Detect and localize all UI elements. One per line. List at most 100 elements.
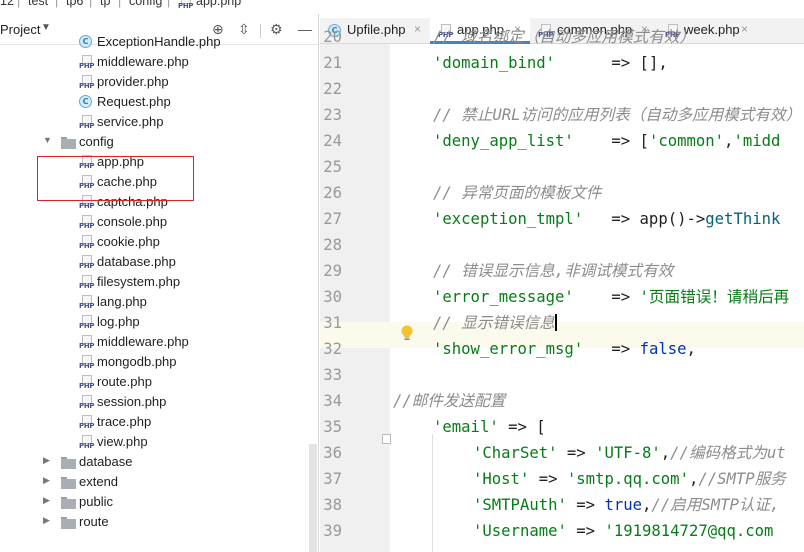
chevron-right-icon[interactable]: ▶ [43, 515, 50, 526]
code-line[interactable]: 25 [320, 154, 804, 180]
folder-icon [61, 137, 76, 149]
code-token: 'show_error_msg' [433, 340, 584, 358]
highlight-annotation-box [37, 156, 194, 201]
code-line[interactable]: 35 'email' => [ [320, 414, 804, 440]
tree-file[interactable]: PHP filesystem.php [0, 272, 318, 292]
code-line[interactable]: 30 'error_message' => '页面错误！请稍后再 [320, 284, 804, 310]
tree-file[interactable]: PHP session.php [0, 392, 318, 412]
code-line[interactable]: 37 'Host' => 'smtp.qq.com',//SMTP服务 [320, 466, 804, 492]
php-tag: PHP [79, 382, 95, 390]
code-token: 'exception_tmpl' [433, 210, 584, 228]
code-line[interactable]: 28 [320, 232, 804, 258]
tree-file[interactable]: C ExceptionHandle.php [0, 32, 318, 52]
scrollbar[interactable] [309, 444, 317, 552]
tree-folder-route[interactable]: ▶ route [0, 512, 318, 532]
tree-file[interactable]: PHP console.php [0, 212, 318, 232]
tree-item-label: log.php [97, 314, 140, 329]
breadcrumb-item[interactable]: 12 [0, 0, 14, 8]
php-file-icon: PHP [79, 315, 95, 330]
tree-file[interactable]: PHP mongodb.php [0, 352, 318, 372]
tree-file[interactable]: PHP database.php [0, 252, 318, 272]
code-token: getThink [705, 210, 781, 228]
code-line[interactable]: 24 'deny_app_list' => ['common','midd [320, 128, 804, 154]
tree-file[interactable]: PHP service.php [0, 112, 318, 132]
chevron-down-icon[interactable]: ▼ [43, 135, 52, 145]
folder-icon [61, 457, 76, 469]
tree-file[interactable]: PHP trace.php [0, 412, 318, 432]
code-token: // 异常页面的模板文件 [433, 184, 602, 202]
lightbulb-icon[interactable] [400, 324, 414, 342]
php-file-icon: PHP [79, 75, 95, 90]
php-tag: PHP [79, 282, 95, 290]
code-text: 'deny_app_list' => ['common','midd [433, 128, 780, 154]
tree-file[interactable]: PHP cookie.php [0, 232, 318, 252]
line-number: 36 [323, 444, 342, 462]
tree-file[interactable]: PHP middleware.php [0, 332, 318, 352]
code-line[interactable]: 31 // 显示错误信息 [320, 310, 804, 336]
code-line[interactable]: 23 // 禁止URL访问的应用列表（自动多应用模式有效） [320, 102, 804, 128]
code-line[interactable]: 20 // 域名绑定（自动多应用模式有效） [320, 24, 804, 50]
tree-file[interactable]: PHP view.php [0, 432, 318, 452]
code-line[interactable]: 26 // 异常页面的模板文件 [320, 180, 804, 206]
code-line[interactable]: 22 [320, 76, 804, 102]
tree-folder-database[interactable]: ▶ database [0, 452, 318, 472]
code-line[interactable]: 34 //邮件发送配置 [320, 388, 804, 414]
code-text: 'domain_bind' => [], [433, 50, 668, 76]
fold-marker-icon[interactable] [382, 434, 391, 444]
code-line[interactable]: 33 [320, 362, 804, 388]
tree-file[interactable]: C Request.php [0, 92, 318, 112]
tree-item-label: public [79, 494, 113, 509]
tree-file[interactable]: PHP route.php [0, 372, 318, 392]
breadcrumb-item[interactable]: app.php [196, 0, 241, 8]
code-token: => [ [573, 132, 649, 150]
breadcrumb-item[interactable]: config [129, 0, 162, 8]
line-number: 24 [323, 132, 342, 150]
line-number: 26 [323, 184, 342, 202]
chevron-right-icon[interactable]: ▶ [43, 475, 50, 486]
breadcrumb-item[interactable]: test [28, 0, 48, 8]
tree-file[interactable]: PHP middleware.php [0, 52, 318, 72]
folder-body [61, 139, 76, 149]
tree-item-label: middleware.php [97, 54, 189, 69]
code-token: , [660, 444, 671, 462]
php-file-icon: PHP [79, 355, 95, 370]
tree-folder-config[interactable]: ▼ config [0, 132, 318, 152]
line-number: 27 [323, 210, 342, 228]
breadcrumb-item[interactable]: tp6 [66, 0, 83, 8]
code-token: // 禁止URL访问的应用列表（自动多应用模式有效） [433, 106, 802, 124]
php-tag: PHP [79, 122, 95, 130]
project-panel: Project ▼ ⊕ ⇳ ⚙ — C ExceptionHandle.php PH… [0, 14, 319, 552]
code-line[interactable]: 36 'CharSet' => 'UTF-8',//编码格式为ut [320, 440, 804, 466]
tree-file[interactable]: PHP provider.php [0, 72, 318, 92]
tree-folder-public[interactable]: ▶ public [0, 492, 318, 512]
code-line[interactable]: 38 'SMTPAuth' => true,//启用SMTP认证, [320, 492, 804, 518]
chevron-right-icon[interactable]: ▶ [43, 455, 50, 466]
tree-item-label: session.php [97, 394, 167, 409]
code-line[interactable]: 27 'exception_tmpl' => app()->getThink [320, 206, 804, 232]
class-file-icon: C [79, 35, 92, 48]
php-file-icon: PHP [79, 375, 95, 390]
tree-item-label: database [79, 454, 133, 469]
code-text: 'Host' => 'smtp.qq.com',//SMTP服务 [473, 466, 786, 492]
code-line[interactable]: 39 'Username' => '1919814727@qq.com [320, 518, 804, 544]
line-number: 25 [323, 158, 342, 176]
code-line[interactable]: 29 // 错误显示信息,非调试模式有效 [320, 258, 804, 284]
tree-item-label: view.php [97, 434, 148, 449]
tree-item-label: Request.php [97, 94, 171, 109]
code-line[interactable]: 32 'show_error_msg' => false, [320, 336, 804, 362]
breadcrumb-separator: | [55, 0, 59, 8]
line-number: 34 [323, 392, 342, 410]
line-number: 33 [323, 366, 342, 384]
tree-file[interactable]: PHP log.php [0, 312, 318, 332]
tree-folder-extend[interactable]: ▶ extend [0, 472, 318, 492]
tree-file[interactable]: PHP lang.php [0, 292, 318, 312]
chevron-right-icon[interactable]: ▶ [43, 495, 50, 506]
folder-icon [61, 517, 76, 529]
php-tag: PHP [79, 62, 95, 70]
breadcrumb-item[interactable]: tp [100, 0, 110, 8]
code-token: // 显示错误信息 [433, 314, 555, 332]
code-token: => [529, 470, 567, 488]
php-tag: PHP [79, 422, 95, 430]
code-line[interactable]: 21 'domain_bind' => [], [320, 50, 804, 76]
code-token: , [688, 470, 699, 488]
